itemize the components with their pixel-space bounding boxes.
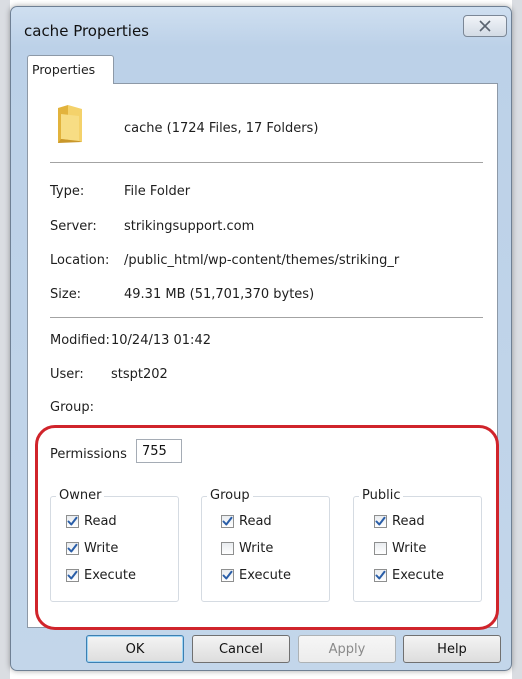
user-value: stspt202 — [111, 367, 168, 382]
public-read-checkbox[interactable]: Read — [374, 514, 425, 529]
checkbox-box[interactable] — [221, 542, 234, 555]
size-value: 49.31 MB (51,701,370 bytes) — [124, 287, 315, 302]
public-execute-checkbox[interactable]: Execute — [374, 568, 444, 583]
group-execute-checkbox[interactable]: Execute — [221, 568, 291, 583]
modified-label: Modified: — [50, 333, 110, 348]
checkbox-box[interactable] — [374, 515, 387, 528]
permissions-label: Permissions — [50, 447, 127, 462]
help-button[interactable]: Help — [403, 635, 501, 663]
location-label: Location: — [50, 253, 110, 268]
owner-read-checkbox[interactable]: Read — [66, 514, 117, 529]
checkmark-icon — [222, 570, 233, 580]
server-value: strikingsupport.com — [124, 219, 255, 234]
group-write-checkbox[interactable]: Write — [221, 541, 273, 556]
checkbox-box[interactable] — [374, 569, 387, 582]
checkmark-icon — [67, 516, 78, 526]
group-group-title: Group — [207, 488, 253, 503]
folder-summary: cache (1724 Files, 17 Folders) — [124, 121, 319, 136]
location-value: /public_html/wp-content/themes/striking_… — [124, 253, 400, 268]
owner-write-checkbox[interactable]: Write — [66, 541, 118, 556]
checkbox-label: Execute — [392, 568, 444, 583]
close-button[interactable] — [463, 15, 507, 37]
checkbox-label: Write — [239, 541, 274, 556]
modified-value: 10/24/13 01:42 — [111, 333, 211, 348]
owner-execute-checkbox[interactable]: Execute — [66, 568, 136, 583]
user-label: User: — [50, 367, 84, 382]
type-label: Type: — [50, 184, 85, 199]
tab-properties[interactable]: Properties — [27, 55, 114, 84]
folder-icon — [58, 105, 82, 143]
group-read-checkbox[interactable]: Read — [221, 514, 272, 529]
checkmark-icon — [375, 516, 386, 526]
checkmark-icon — [67, 570, 78, 580]
separator — [50, 162, 483, 163]
checkbox-box[interactable] — [66, 542, 79, 555]
checkbox-label: Execute — [84, 568, 136, 583]
background-window-edge-left — [0, 0, 10, 679]
checkbox-box[interactable] — [374, 542, 387, 555]
public-write-checkbox[interactable]: Write — [374, 541, 426, 556]
owner-group-title: Owner — [56, 488, 105, 503]
size-label: Size: — [50, 287, 82, 302]
public-group-title: Public — [359, 488, 404, 503]
close-icon — [479, 20, 491, 32]
checkbox-box[interactable] — [221, 569, 234, 582]
dialog-title: cache Properties — [24, 22, 149, 40]
background-window-edge-right — [512, 0, 522, 679]
checkmark-icon — [67, 543, 78, 553]
ok-button[interactable]: OK — [86, 635, 184, 663]
checkbox-label: Read — [84, 514, 117, 529]
checkmark-icon — [222, 516, 233, 526]
server-label: Server: — [50, 219, 97, 234]
checkbox-box[interactable] — [221, 515, 234, 528]
checkbox-box[interactable] — [66, 515, 79, 528]
cancel-button[interactable]: Cancel — [192, 635, 290, 663]
checkbox-label: Execute — [239, 568, 291, 583]
separator — [50, 317, 483, 318]
checkbox-label: Write — [392, 541, 427, 556]
checkbox-label: Read — [239, 514, 272, 529]
group-label: Group: — [50, 400, 94, 415]
checkmark-icon — [375, 570, 386, 580]
checkbox-label: Write — [84, 541, 119, 556]
type-value: File Folder — [124, 184, 191, 199]
permissions-input[interactable] — [136, 439, 182, 463]
checkbox-label: Read — [392, 514, 425, 529]
checkbox-box[interactable] — [66, 569, 79, 582]
apply-button[interactable]: Apply — [298, 635, 396, 663]
